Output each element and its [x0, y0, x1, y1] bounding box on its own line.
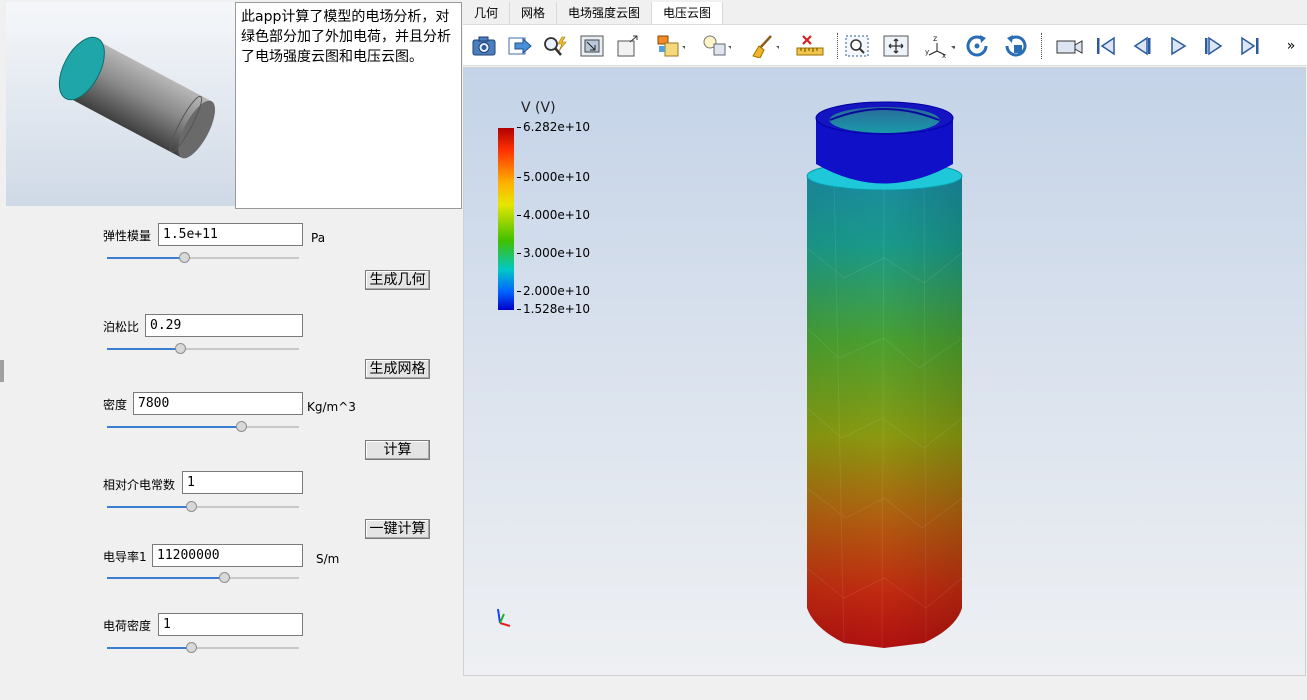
- pan-icon[interactable]: [881, 33, 911, 59]
- tab-field-strength[interactable]: 电场强度云图: [557, 2, 653, 24]
- slider-thumb[interactable]: [236, 421, 248, 432]
- legend-min-label: 1.528e+10: [516, 302, 591, 316]
- youngs-modulus-slider[interactable]: [107, 252, 299, 264]
- legend-tick-label: 5.000e+10: [516, 170, 591, 184]
- camera-icon[interactable]: [469, 33, 499, 59]
- description-text: 此app计算了模型的电场分析，对绿色部分加了外加电荷，并且分析了电场强度云图和电…: [235, 2, 462, 209]
- slider-thumb[interactable]: [174, 343, 186, 354]
- legend-tick-label: 4.000e+10: [516, 208, 591, 222]
- result-viewport[interactable]: V (V) 6.282e+10 5.000e+10 4.000e+10 3.00…: [463, 67, 1306, 676]
- color-cube-icon[interactable]: [655, 33, 685, 59]
- splitter-handle[interactable]: [0, 360, 4, 382]
- model-preview: [6, 2, 235, 206]
- view-tabs: 几何 网格 电场强度云图 电压云图: [463, 2, 724, 24]
- toolbar-separator: [1041, 33, 1042, 59]
- param-unit-density: Kg/m^3: [307, 400, 356, 414]
- param-label-conductivity: 电导率1: [103, 550, 147, 564]
- svg-text:x: x: [942, 52, 946, 58]
- light-icon[interactable]: [701, 33, 731, 59]
- poisson-ratio-input[interactable]: 0.29: [145, 314, 303, 337]
- generate-mesh-button[interactable]: 生成网格: [365, 359, 430, 379]
- relative-permittivity-input[interactable]: 1: [182, 471, 303, 494]
- rotate-cw-icon[interactable]: [963, 33, 993, 59]
- conductivity-slider[interactable]: [107, 572, 299, 584]
- next-frame-icon[interactable]: [1199, 33, 1229, 59]
- tab-voltage[interactable]: 电压云图: [652, 2, 724, 24]
- first-frame-icon[interactable]: [1091, 33, 1121, 59]
- density-input[interactable]: 7800: [133, 392, 303, 415]
- slider-thumb[interactable]: [186, 642, 198, 653]
- box-view-icon[interactable]: [613, 33, 643, 59]
- charge-density-input[interactable]: 1: [158, 613, 303, 636]
- param-unit-conductivity: S/m: [316, 552, 340, 566]
- prev-frame-icon[interactable]: [1127, 33, 1157, 59]
- param-unit-youngs-modulus: Pa: [311, 231, 326, 245]
- slider-thumb[interactable]: [219, 572, 231, 583]
- query-icon[interactable]: [541, 33, 571, 59]
- generate-geometry-button[interactable]: 生成几何: [365, 270, 430, 290]
- tab-mesh[interactable]: 网格: [510, 2, 558, 24]
- tab-geometry[interactable]: 几何: [463, 2, 511, 24]
- ruler-icon[interactable]: [795, 33, 825, 59]
- param-label-poisson-ratio: 泊松比: [103, 320, 140, 334]
- fit-view-icon[interactable]: [577, 33, 607, 59]
- param-label-density: 密度: [103, 398, 128, 412]
- one-click-compute-button[interactable]: 一键计算: [365, 519, 430, 539]
- toolbar-separator: [837, 33, 838, 59]
- viewport-graphics: [497, 101, 963, 649]
- param-label-charge-density: 电荷密度: [103, 619, 152, 633]
- density-slider[interactable]: [107, 421, 299, 433]
- play-icon[interactable]: [1163, 33, 1193, 59]
- axes-triad: [497, 608, 511, 627]
- export-icon[interactable]: [505, 33, 535, 59]
- zoom-box-icon[interactable]: [843, 33, 873, 59]
- param-label-youngs-modulus: 弹性模量: [103, 229, 152, 243]
- slider-thumb[interactable]: [178, 252, 190, 263]
- relative-permittivity-slider[interactable]: [107, 501, 299, 513]
- conductivity-input[interactable]: 11200000: [152, 544, 303, 567]
- axes-orient-icon[interactable]: zy x: [925, 33, 955, 59]
- legend-max-label: 6.282e+10: [516, 120, 591, 134]
- svg-text:y: y: [925, 48, 929, 56]
- compute-button[interactable]: 计算: [365, 440, 430, 460]
- charge-density-slider[interactable]: [107, 642, 299, 654]
- clear-brush-icon[interactable]: [749, 33, 779, 59]
- svg-text:z: z: [933, 34, 937, 43]
- toolbar-overflow-button[interactable]: »: [1281, 33, 1301, 59]
- param-label-relative-permittivity: 相对介电常数: [103, 478, 176, 492]
- legend-colorbar: [498, 128, 514, 310]
- slider-thumb[interactable]: [186, 501, 198, 512]
- poisson-ratio-slider[interactable]: [107, 343, 299, 355]
- legend-tick-label: 3.000e+10: [516, 246, 591, 260]
- rotate-ccw-icon[interactable]: [1001, 33, 1031, 59]
- last-frame-icon[interactable]: [1235, 33, 1265, 59]
- youngs-modulus-input[interactable]: 1.5e+11: [158, 223, 303, 246]
- video-camera-icon[interactable]: [1055, 33, 1085, 59]
- legend-tick-label: 2.000e+10: [516, 284, 591, 298]
- viewer-toolbar: zy x »: [463, 24, 1307, 66]
